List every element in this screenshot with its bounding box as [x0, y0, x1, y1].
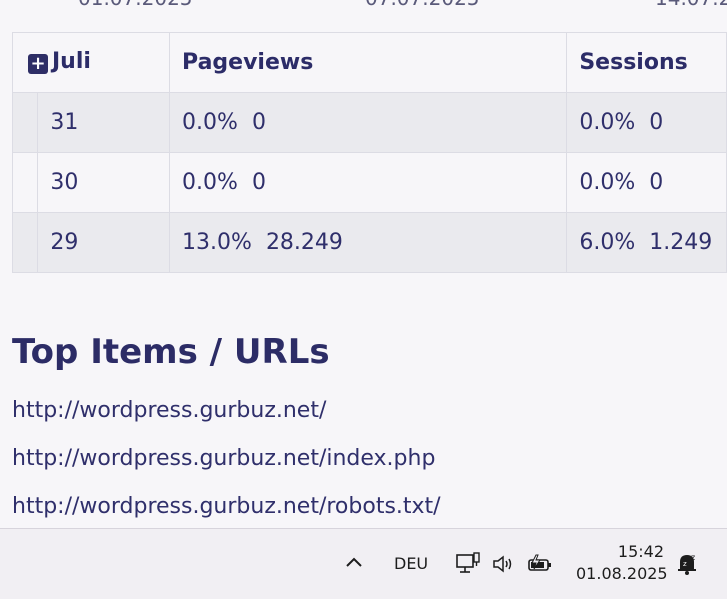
day-cell: 30: [37, 152, 171, 213]
pageviews-pct: 0.0%: [182, 170, 238, 195]
language-indicator[interactable]: DEU: [394, 554, 428, 573]
row-spacer: [11, 212, 39, 273]
clock-time: 15:42: [617, 542, 664, 561]
table-row: 30 0.0% 0 0.0% 0: [11, 152, 727, 213]
battery-charging-icon[interactable]: [527, 553, 553, 575]
sessions-header: Sessions: [566, 32, 727, 93]
day-cell: 31: [37, 92, 171, 153]
month-label: Juli: [52, 49, 91, 74]
top-item-link[interactable]: http://wordpress.gurbuz.net/index.php: [12, 446, 435, 471]
pageviews-header: Pageviews: [169, 32, 568, 93]
sessions-cell: 0.0% 0: [566, 92, 727, 153]
taskbar: DEU 15:42 01.08.2025 z z: [0, 528, 727, 599]
pageviews-cell: 0.0% 0: [169, 92, 568, 153]
network-icon[interactable]: [455, 552, 481, 576]
table-header-row: + Juli Pageviews Sessions: [11, 32, 727, 93]
sessions-pct: 0.0%: [579, 170, 636, 195]
page-content: 01.07.2025 07.07.2025 14.07.2025 + Juli …: [0, 0, 727, 528]
month-header: + Juli: [11, 32, 171, 93]
sessions-value: 0: [649, 170, 664, 195]
plus-square-icon[interactable]: +: [28, 54, 48, 74]
clock[interactable]: 15:42 01.08.2025: [576, 541, 668, 585]
sessions-pct: 0.0%: [579, 110, 636, 135]
top-items-title: Top Items / URLs: [12, 332, 330, 372]
clock-date: 01.08.2025: [576, 564, 668, 583]
top-item-link[interactable]: http://wordpress.gurbuz.net/robots.txt/: [12, 494, 441, 519]
row-spacer: [11, 152, 39, 213]
pageviews-cell: 0.0% 0: [169, 152, 568, 213]
svg-text:z: z: [683, 560, 687, 568]
day-cell: 29: [37, 212, 171, 273]
pageviews-pct: 13.0%: [182, 230, 252, 255]
sessions-value: 0: [649, 110, 664, 135]
chart-axis-labels: 01.07.2025 07.07.2025 14.07.2025: [0, 0, 727, 10]
sessions-cell: 0.0% 0: [566, 152, 727, 213]
pageviews-value: 0: [251, 110, 266, 135]
sessions-value: 1.249: [649, 230, 713, 255]
sessions-cell: 6.0% 1.249: [566, 212, 727, 273]
pageviews-cell: 13.0% 28.249: [169, 212, 568, 273]
top-item-link[interactable]: http://wordpress.gurbuz.net/: [12, 398, 326, 423]
bell-snooze-icon[interactable]: z z: [676, 551, 700, 577]
sessions-pct: 6.0%: [579, 230, 636, 255]
axis-label: 14.07.2025: [655, 0, 727, 10]
table-row: 31 0.0% 0 0.0% 0: [11, 92, 727, 153]
pageviews-pct: 0.0%: [182, 110, 238, 135]
stats-table: + Juli Pageviews Sessions 31 0.0% 0 0.0% 0…: [11, 32, 727, 273]
pageviews-value: 0: [251, 170, 266, 195]
chevron-up-icon[interactable]: [344, 551, 364, 573]
axis-label: 01.07.2025: [78, 0, 193, 10]
axis-label: 07.07.2025: [365, 0, 480, 10]
svg-text:z: z: [691, 553, 695, 562]
pageviews-value: 28.249: [265, 230, 343, 255]
row-spacer: [11, 92, 39, 153]
speaker-icon[interactable]: [492, 553, 514, 575]
table-row: 29 13.0% 28.249 6.0% 1.249: [11, 212, 727, 273]
